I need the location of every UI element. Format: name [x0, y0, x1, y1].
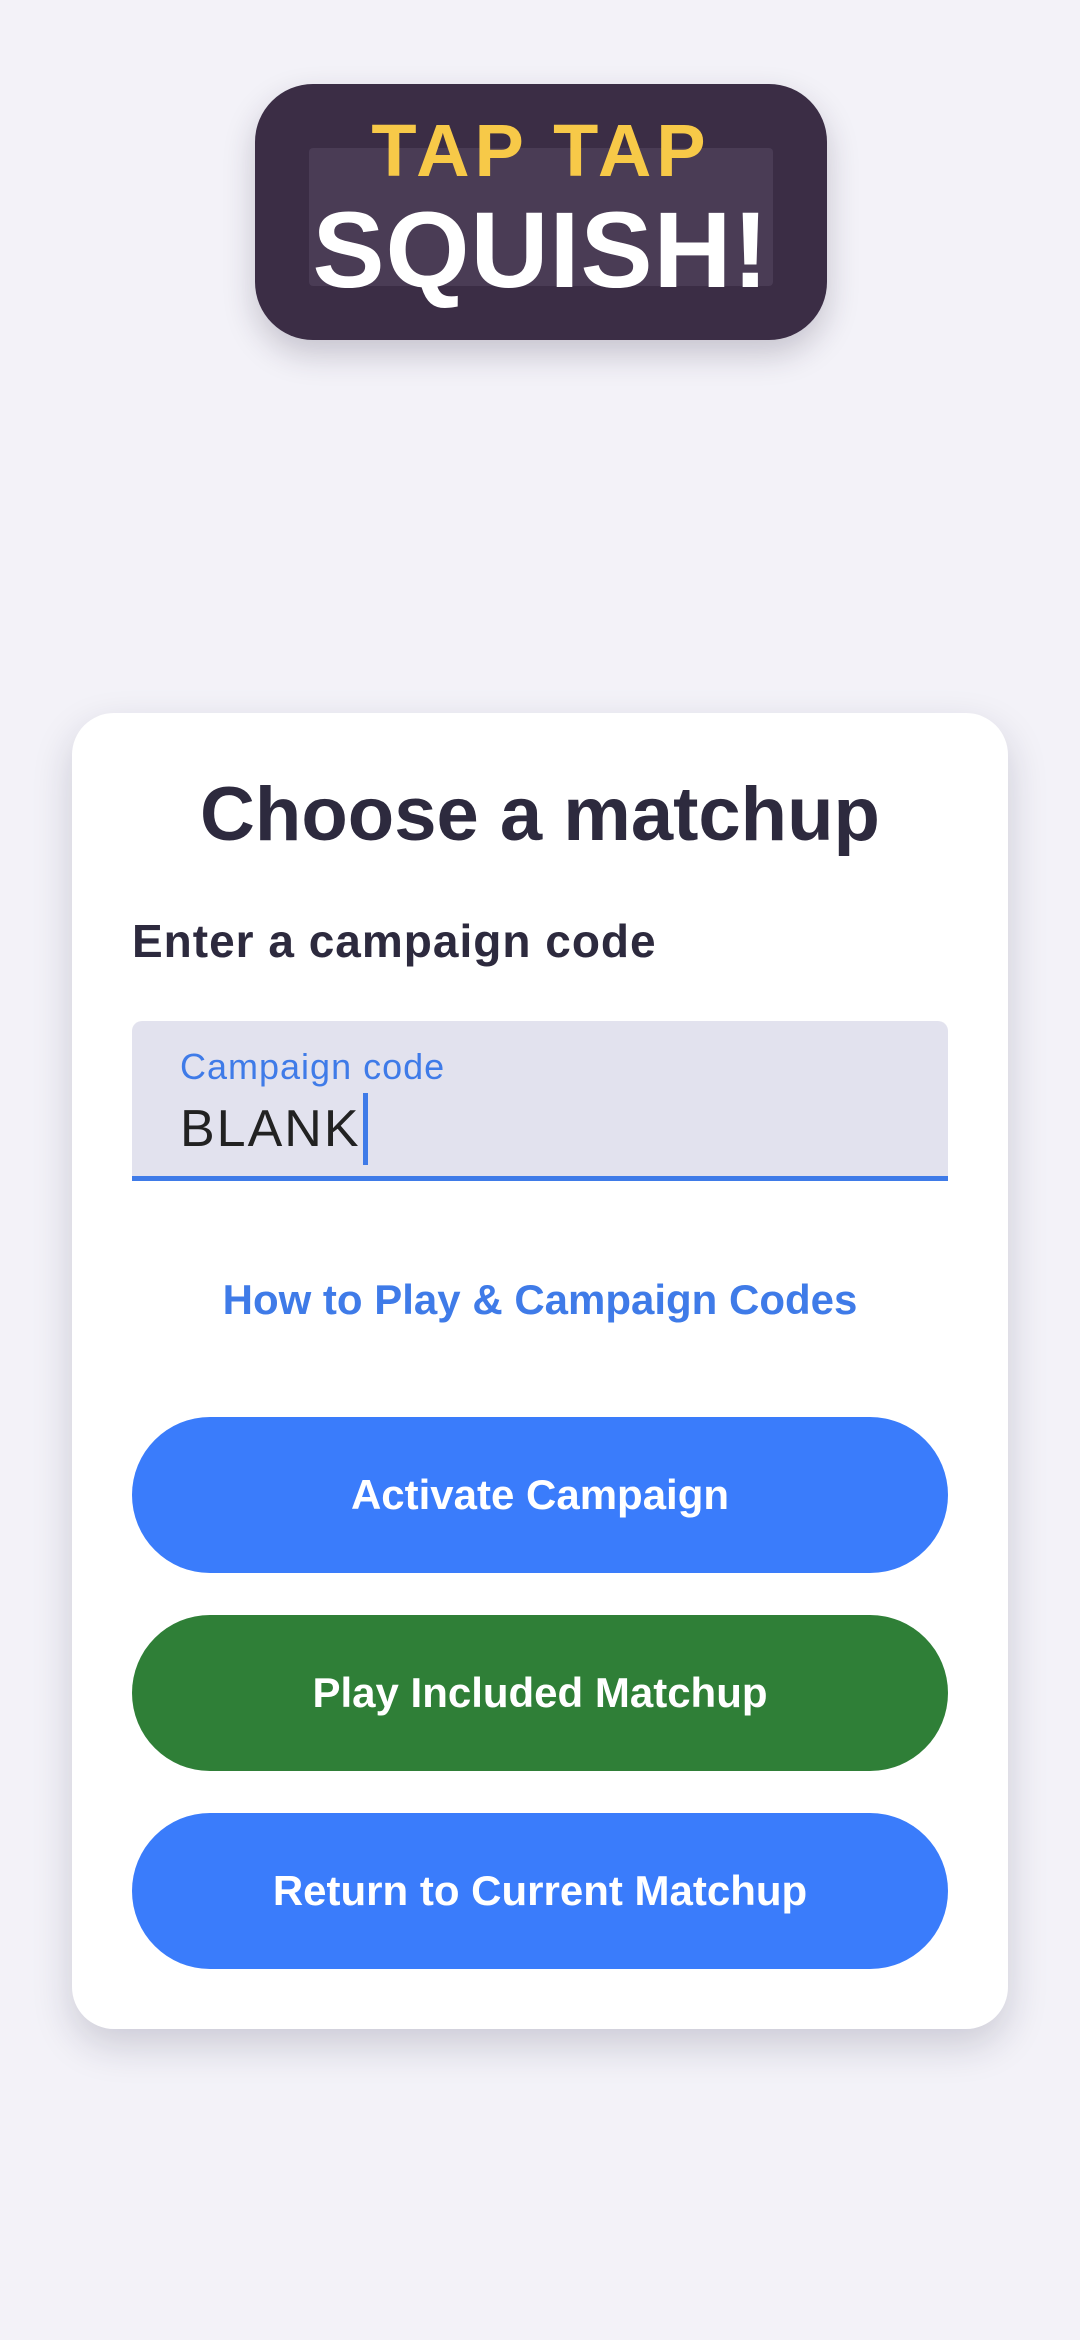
logo-line-2: SQUISH! [312, 189, 770, 310]
return-to-current-matchup-button[interactable]: Return to Current Matchup [132, 1813, 948, 1969]
campaign-code-prompt: Enter a campaign code [132, 915, 657, 967]
campaign-code-label: Campaign code [180, 1046, 446, 1087]
campaign-code-field[interactable]: Campaign code BLANK [132, 1021, 948, 1181]
logo-line-1: TAP TAP [371, 109, 711, 192]
campaign-code-input[interactable]: BLANK [180, 1093, 368, 1165]
card-title: Choose a matchup [200, 772, 880, 857]
matchup-card: Choose a matchup Enter a campaign code C… [72, 713, 1008, 2029]
play-included-matchup-button[interactable]: Play Included Matchup [132, 1615, 948, 1771]
activate-campaign-button[interactable]: Activate Campaign [132, 1417, 948, 1573]
text-cursor [362, 1093, 368, 1165]
how-to-play-link[interactable]: How to Play & Campaign Codes [72, 1279, 1008, 1321]
campaign-code-value: BLANK [180, 1100, 361, 1158]
game-logo: TAP TAP SQUISH! [255, 84, 827, 340]
